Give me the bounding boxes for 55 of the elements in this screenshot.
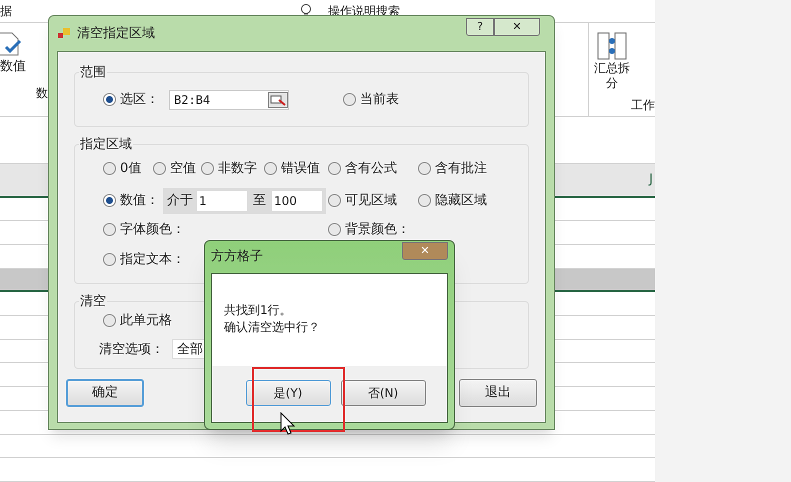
radio-label: 背景颜色： [345,220,410,238]
radio-button[interactable] [418,162,431,175]
radio-label: 数值： [120,192,159,210]
mouse-cursor-icon [280,412,296,436]
radio-label: 错误值 [281,160,320,178]
radio-button[interactable] [103,314,116,327]
radio-label: 字体颜色： [120,220,185,238]
yes-button[interactable]: 是(Y) [246,380,330,406]
range-picker-icon[interactable] [268,92,288,108]
ribbon-button[interactable]: 数值 [0,56,26,76]
radio-button[interactable] [103,222,116,236]
radio-button[interactable] [103,194,116,208]
ribbon-group-label: 数 [36,85,48,102]
radio-button[interactable] [328,194,341,208]
close-button[interactable]: ✕ [494,18,540,36]
radio-label: 0值 [120,160,142,178]
radio-button[interactable] [103,253,116,266]
radio-button[interactable] [264,162,277,175]
app-icon [57,26,71,40]
radio-button[interactable] [153,162,166,175]
radio-label: 空值 [170,160,196,178]
radio-button[interactable] [343,93,356,106]
help-button[interactable]: ? [466,18,494,36]
radio-label: 指定文本： [120,251,185,269]
column-header: J [649,170,653,189]
radio-label: 含有公式 [345,160,397,178]
message-box-title: 方方格子 [211,248,263,266]
radio-button[interactable] [328,222,341,236]
radio-label: 非数字 [218,160,257,178]
radio-button[interactable] [103,93,116,106]
radio-label: 含有批注 [435,160,487,178]
table-split-icon [597,30,627,61]
message-text: 确认清空选中行？ [224,319,321,336]
between-label: 介于 [167,192,193,210]
radio-label: 选区： [120,90,159,109]
range-input[interactable]: B2:B4 [169,90,289,110]
radio-label: 当前表 [360,90,399,109]
window-title: 清空指定区域 [77,24,155,43]
to-label: 至 [253,192,266,210]
radio-button[interactable] [103,162,116,175]
no-button[interactable]: 否(N) [340,380,426,406]
ribbon-button[interactable]: 汇总拆 分 [594,60,630,91]
radio-button[interactable] [201,162,214,175]
exit-button[interactable]: 退出 [459,379,537,407]
radio-label: 可见区域 [345,192,397,210]
ok-button[interactable]: 确定 [66,379,144,407]
ribbon-group-label: 工作 [631,96,655,114]
radio-button[interactable] [328,162,341,175]
max-value-input[interactable]: 100 [272,190,322,211]
radio-label: 隐藏区域 [435,192,487,210]
radio-label: 此单元格 [120,312,172,330]
radio-button[interactable] [418,194,431,208]
message-text: 共找到1行。 [224,302,293,319]
min-value-input[interactable]: 1 [197,190,247,211]
options-label: 清空选项： [99,340,164,359]
